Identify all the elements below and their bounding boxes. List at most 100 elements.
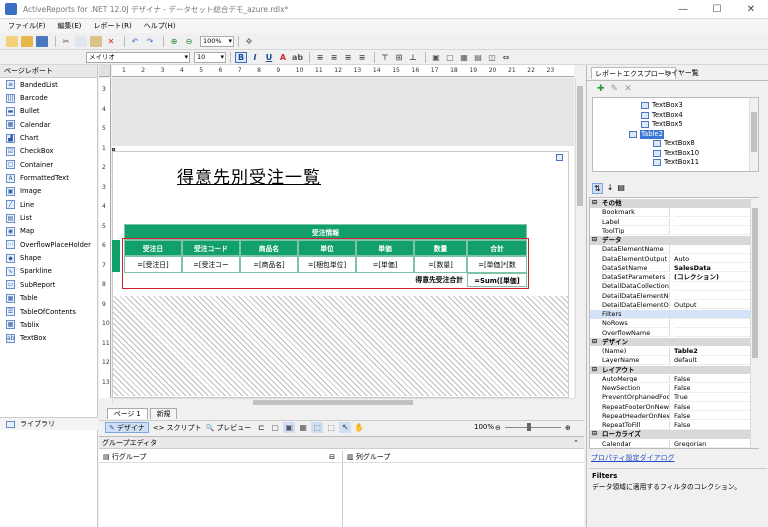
delete-icon[interactable]: ✕ <box>105 36 117 47</box>
property-value[interactable]: (コレクション) <box>674 273 758 282</box>
zoom-out-button[interactable]: ⊖ <box>495 424 501 432</box>
align-bottom-icon[interactable]: ⊥ <box>407 52 419 63</box>
font-size-select[interactable]: 10 <box>194 51 226 63</box>
italic-button[interactable]: I <box>249 52 261 63</box>
property-value[interactable]: False <box>674 384 758 393</box>
property-row[interactable]: ToolTip <box>590 226 758 236</box>
property-value[interactable] <box>674 329 758 338</box>
align-middle-icon[interactable]: ⊞ <box>393 52 405 63</box>
toolbox-item[interactable]: ▣ Image <box>0 185 97 198</box>
undo-icon[interactable]: ↶ <box>129 36 141 47</box>
property-value[interactable]: False <box>674 375 758 384</box>
zoom-slider-thumb[interactable] <box>527 423 531 431</box>
toolbox-item[interactable]: A FormattedText <box>0 171 97 184</box>
property-value[interactable]: Auto <box>674 255 758 264</box>
tab-layer-list[interactable]: レイヤー覧 <box>661 67 702 79</box>
props-vscroll[interactable] <box>750 198 759 448</box>
property-row[interactable]: RepeatHeaderOnNew False <box>590 411 758 421</box>
property-row[interactable]: Label <box>590 217 758 227</box>
bring-front-icon[interactable]: ▣ <box>430 52 442 63</box>
property-value[interactable] <box>674 282 758 291</box>
zoom-in-icon[interactable]: ⊕ <box>168 36 180 47</box>
property-row[interactable]: LayerName default <box>590 356 758 365</box>
property-value[interactable] <box>674 319 758 328</box>
designer-vscroll[interactable] <box>575 78 584 398</box>
toolbox-item[interactable]: ∿ Sparkline <box>0 265 97 278</box>
property-value[interactable]: True <box>674 393 758 402</box>
property-value[interactable]: Gregorian <box>674 440 758 448</box>
tree-node[interactable]: TextBox3 <box>641 101 683 110</box>
script-mode-button[interactable]: <> スクリプト <box>153 423 202 433</box>
property-value[interactable] <box>674 292 758 301</box>
property-value[interactable]: Output <box>674 301 758 310</box>
view-page-icon[interactable]: ▦ <box>297 422 309 433</box>
collapse-icon[interactable]: ⌃ <box>573 437 579 449</box>
add-icon[interactable]: ✚ <box>597 84 605 94</box>
library-tab[interactable]: ライブラリ <box>0 417 98 430</box>
design-mode-button[interactable]: ✎ デザイナ <box>105 422 149 433</box>
report-canvas[interactable]: 得意先別受注一覧 受注情報 受注日 =[受注日] 受注コード =[受注コー 商品名 =[商品… <box>112 78 574 398</box>
props-vscroll-thumb[interactable] <box>752 208 758 358</box>
tree-node[interactable]: Table2 <box>629 129 664 139</box>
align-right-icon[interactable]: ≡ <box>342 52 354 63</box>
align-center-icon[interactable]: ≡ <box>328 52 340 63</box>
property-row[interactable]: Bookmark <box>590 208 758 217</box>
edit-icon[interactable]: ✎ <box>611 84 619 94</box>
property-value[interactable]: False <box>674 421 758 430</box>
menu-file[interactable]: ファイル(F) <box>8 21 46 31</box>
close-button[interactable]: ✕ <box>734 0 768 19</box>
categorized-icon[interactable]: ⇅ <box>592 183 603 194</box>
open-icon[interactable] <box>21 35 33 47</box>
zoom-slider[interactable] <box>505 427 561 428</box>
cut-icon[interactable]: ✂ <box>60 36 72 47</box>
preview-mode-button[interactable]: 🔍 プレビュー <box>205 423 251 433</box>
report-table[interactable]: 受注情報 受注日 =[受注日] 受注コード =[受注コー 商品名 =[商品名] 単位 =[梱包単… <box>112 224 549 300</box>
property-row[interactable]: AutoMerge False <box>590 374 758 384</box>
tree-node[interactable]: TextBox4 <box>641 111 683 120</box>
save-icon[interactable] <box>36 35 48 47</box>
property-row[interactable]: Filters <box>590 310 758 319</box>
select-all-icon[interactable]: ⬚ <box>325 422 337 433</box>
property-category[interactable]: その他 <box>590 199 758 208</box>
property-value[interactable] <box>674 208 758 217</box>
property-row[interactable]: NewSection False <box>590 384 758 393</box>
spacing-icon[interactable]: ⇔ <box>500 52 512 63</box>
toolbox-item[interactable]: ▟ Chart <box>0 131 97 144</box>
underline-button[interactable]: U <box>263 52 275 63</box>
tree-node[interactable]: TextBox5 <box>641 120 683 129</box>
toolbox-item[interactable]: ◆ Shape <box>0 251 97 264</box>
designer-hscroll[interactable] <box>112 398 574 405</box>
property-row[interactable]: DataElementOutput Auto <box>590 254 758 264</box>
toolbox-item[interactable]: ▬ Bullet <box>0 105 97 118</box>
tree-vscroll[interactable] <box>749 98 758 171</box>
toolbox-item[interactable]: ▦ Tablix <box>0 318 97 331</box>
toolbox-item[interactable]: ab TextBox <box>0 332 97 345</box>
property-value[interactable] <box>674 227 758 236</box>
property-row[interactable]: DataElementName <box>590 245 758 254</box>
toolbox-item[interactable]: ◉ Map <box>0 225 97 238</box>
menu-help[interactable]: ヘルプ(H) <box>144 21 176 31</box>
view-snap-icon[interactable]: ▢ <box>269 422 281 433</box>
menu-edit[interactable]: 編集(E) <box>58 21 82 31</box>
row-group-menu-icon[interactable]: ⊟ <box>329 451 335 463</box>
property-row[interactable]: RepeatFooterOnNew False <box>590 402 758 412</box>
send-back-icon[interactable]: ▢ <box>444 52 456 63</box>
align-top-icon[interactable]: ⊤ <box>379 52 391 63</box>
hand-icon[interactable]: ✋ <box>353 422 365 433</box>
justify-icon[interactable]: ≡ <box>356 52 368 63</box>
zoom-in-button[interactable]: ⊕ <box>565 424 571 432</box>
back-color-button[interactable]: ab <box>291 52 303 63</box>
toolbox-item[interactable]: ▤ List <box>0 211 97 224</box>
tab-new[interactable]: 新規 <box>149 408 178 419</box>
property-row[interactable]: PreventOrphanedFoo True <box>590 393 758 402</box>
view-grid-icon[interactable]: ⊏ <box>255 422 267 433</box>
bold-button[interactable]: B <box>235 51 247 63</box>
property-row[interactable]: Calendar Gregorian <box>590 439 758 448</box>
redo-icon[interactable]: ↷ <box>144 36 156 47</box>
alphabetical-icon[interactable]: ↓ <box>607 183 614 194</box>
property-pages-icon[interactable]: ▤ <box>617 183 625 194</box>
property-value[interactable] <box>674 310 758 319</box>
tree-node[interactable]: TextBox8 <box>653 139 695 148</box>
report-title[interactable]: 得意先別受注一覧 <box>177 163 321 188</box>
toolbox-item[interactable]: ☰ TableOfContents <box>0 305 97 318</box>
